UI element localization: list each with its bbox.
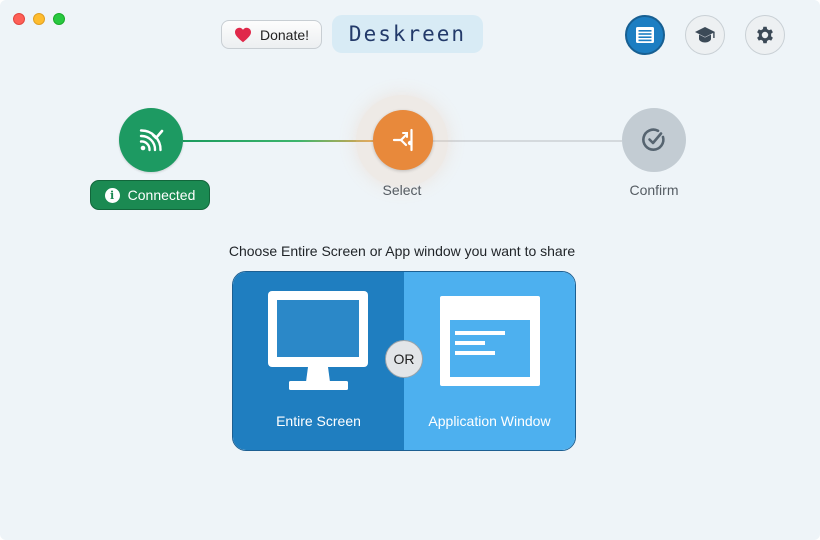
step-label-confirm: Confirm <box>629 182 679 198</box>
app-window-icon <box>440 296 540 386</box>
application-window-label: Application Window <box>428 413 551 429</box>
step-label-select: Select <box>382 182 422 198</box>
gear-icon <box>757 26 773 44</box>
share-prompt: Choose Entire Screen or App window you w… <box>228 243 576 259</box>
list-view-button[interactable] <box>625 15 665 55</box>
donate-button[interactable]: Donate! <box>221 20 322 49</box>
close-window-button[interactable] <box>13 13 25 25</box>
or-divider-badge: OR <box>385 340 423 378</box>
info-icon: i <box>104 187 120 203</box>
entire-screen-label: Entire Screen <box>276 413 361 429</box>
settings-button[interactable] <box>745 15 785 55</box>
minimize-window-button[interactable] <box>33 13 45 25</box>
progress-line-completed <box>183 140 375 142</box>
progress-line-pending <box>432 140 622 142</box>
entire-screen-option[interactable]: Entire Screen <box>233 272 404 450</box>
window-controls <box>13 13 65 25</box>
step-select <box>373 110 433 170</box>
app-title: Deskreen <box>332 15 483 53</box>
tutorial-button[interactable] <box>685 15 725 55</box>
list-icon <box>636 27 654 43</box>
connected-status-badge[interactable]: i Connected <box>90 180 210 210</box>
zoom-window-button[interactable] <box>53 13 65 25</box>
donate-label: Donate! <box>259 26 310 43</box>
graduation-cap-icon <box>695 27 715 43</box>
wifi-check-icon <box>139 129 164 152</box>
step-confirm <box>622 108 686 172</box>
monitor-icon <box>268 291 368 390</box>
deskreen-window: Donate! Deskreen i Connected Select Conf… <box>0 0 820 540</box>
heart-icon <box>234 27 251 42</box>
connected-label: Connected <box>127 187 196 203</box>
share-icon <box>392 128 413 152</box>
step-connected <box>119 108 183 172</box>
check-circle-icon <box>642 128 665 151</box>
application-window-option[interactable]: Application Window <box>404 272 575 450</box>
